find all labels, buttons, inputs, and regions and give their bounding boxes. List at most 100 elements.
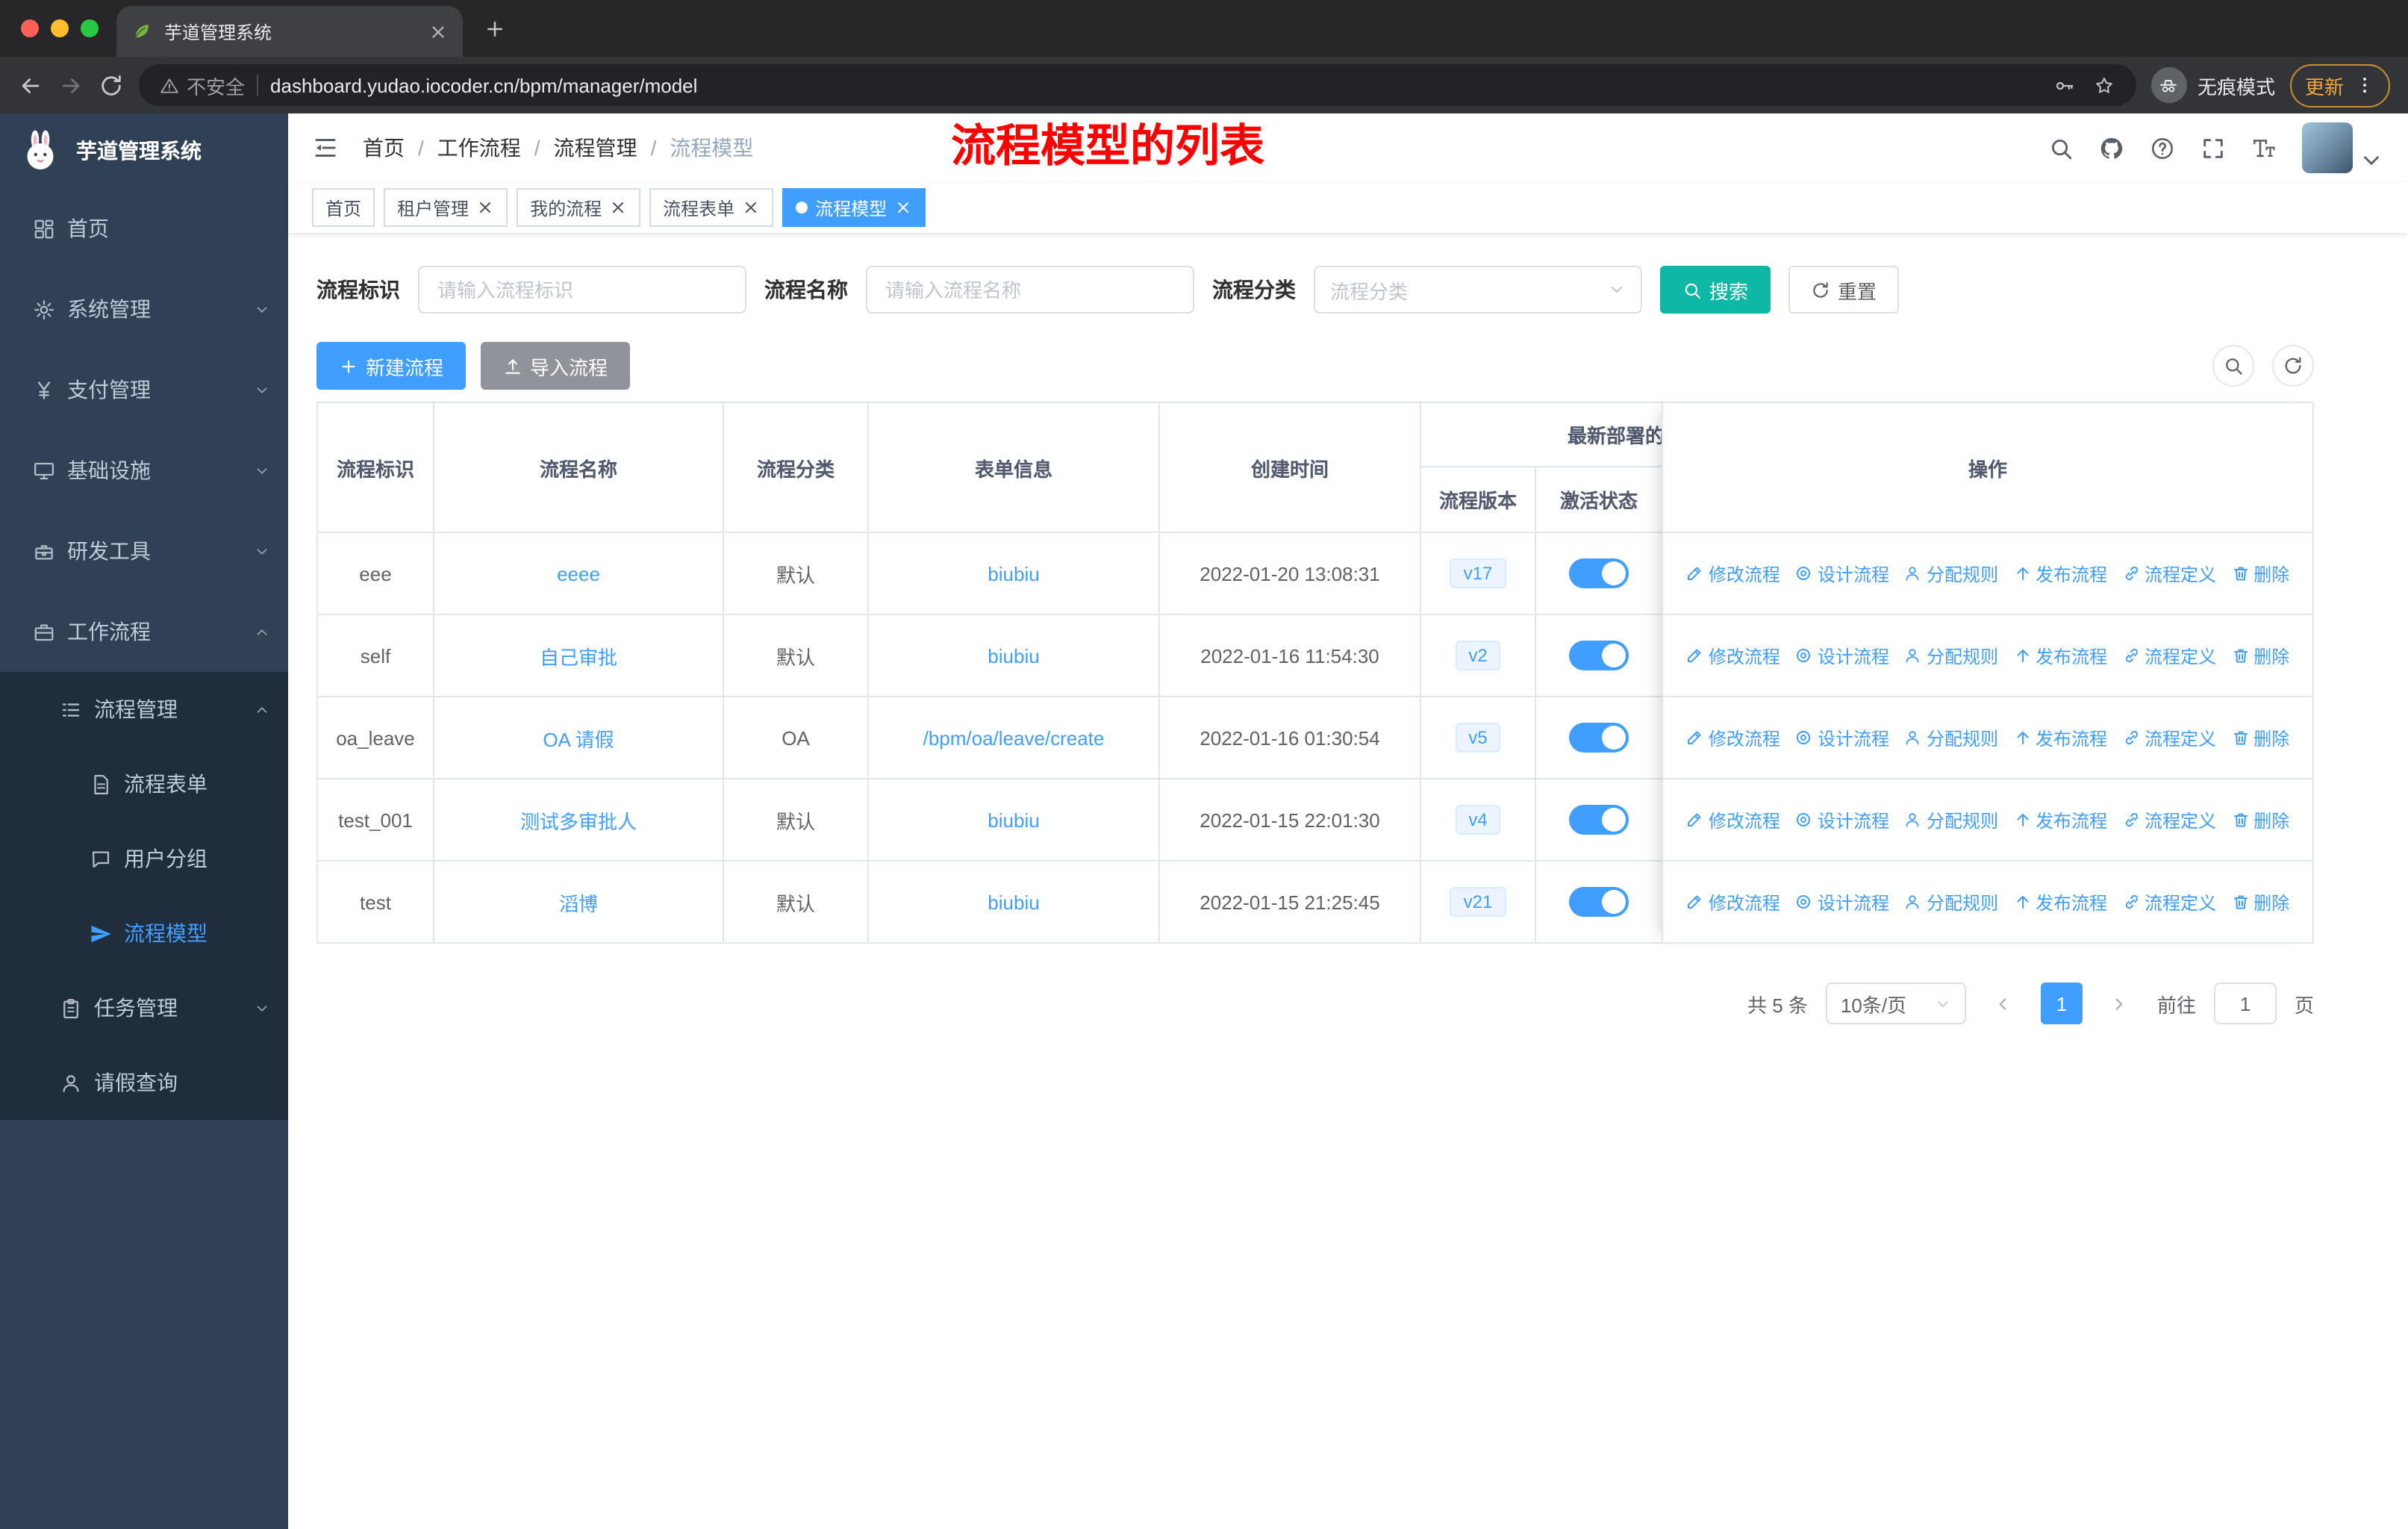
import-process-button[interactable]: 导入流程 [481,342,631,390]
reset-button[interactable]: 重置 [1788,266,1900,314]
bookmark-star-icon[interactable] [2093,74,2115,96]
sidebar-item-workflow[interactable]: 工作流程 [0,591,288,672]
tag-流程表单[interactable]: 流程表单 [649,188,774,227]
process-name-link[interactable]: 自己审批 [540,641,617,670]
prev-page-button[interactable] [1984,984,2023,1023]
tag-close-icon[interactable] [476,199,494,217]
action-assign-rule[interactable]: 分配规则 [1904,561,1998,586]
breadcrumb-item[interactable]: 工作流程 [437,133,521,163]
help-icon[interactable] [2150,135,2175,161]
tag-close-icon[interactable] [894,199,912,217]
action-design[interactable]: 设计流程 [1795,643,1889,668]
security-status[interactable]: 不安全 [160,71,245,99]
action-definition[interactable]: 流程定义 [2122,807,2216,832]
process-name-link[interactable]: 滔博 [559,888,598,916]
sidebar-item-home[interactable]: 首页 [0,188,288,269]
action-publish[interactable]: 发布流程 [2013,643,2107,668]
process-key-input[interactable] [418,266,746,314]
sidebar-item-process-management[interactable]: 流程管理 [0,672,288,747]
toggle-search-button[interactable] [2212,345,2254,387]
process-name-link[interactable]: eeee [557,562,600,585]
action-assign-rule[interactable]: 分配规则 [1904,889,1998,915]
refresh-table-button[interactable] [2272,345,2314,387]
sidebar-item-system-management[interactable]: 系统管理 [0,269,288,349]
category-select[interactable]: 流程分类 [1314,266,1642,314]
sidebar-item-task-management[interactable]: 任务管理 [0,971,288,1045]
action-modify[interactable]: 修改流程 [1686,561,1780,586]
browser-menu-dots-icon[interactable] [2354,75,2375,96]
action-design[interactable]: 设计流程 [1795,889,1889,915]
collapse-sidebar-icon[interactable] [312,134,339,161]
sidebar-item-dev-tools[interactable]: 研发工具 [0,511,288,591]
action-publish[interactable]: 发布流程 [2013,561,2107,586]
action-delete[interactable]: 删除 [2231,643,2289,668]
active-toggle[interactable] [1569,558,1629,588]
sidebar-item-process-model[interactable]: 流程模型 [0,896,288,971]
reload-icon[interactable] [99,72,124,98]
active-toggle[interactable] [1569,887,1629,917]
search-button[interactable]: 搜索 [1660,266,1771,314]
action-definition[interactable]: 流程定义 [2122,889,2216,915]
action-delete[interactable]: 删除 [2231,889,2289,915]
sidebar-item-payment-management[interactable]: 支付管理 [0,349,288,430]
process-name-input[interactable] [866,266,1194,314]
form-info-link[interactable]: /bpm/oa/leave/create [923,726,1105,749]
action-assign-rule[interactable]: 分配规则 [1904,643,1998,668]
user-menu[interactable] [2302,122,2384,173]
github-icon[interactable] [2099,135,2124,161]
action-design[interactable]: 设计流程 [1795,807,1889,832]
action-modify[interactable]: 修改流程 [1686,889,1780,915]
version-badge[interactable]: v17 [1450,558,1506,589]
process-name-link[interactable]: OA 请假 [543,723,614,752]
new-tab-button[interactable] [484,17,506,40]
form-info-link[interactable]: biubiu [988,644,1039,667]
current-page-button[interactable]: 1 [2040,983,2083,1024]
action-definition[interactable]: 流程定义 [2122,561,2216,586]
next-page-button[interactable] [2100,984,2139,1023]
minimize-window-button[interactable] [51,19,69,37]
sidebar-item-process-form[interactable]: 流程表单 [0,747,288,821]
form-info-link[interactable]: biubiu [988,809,1039,831]
search-icon[interactable] [2048,135,2074,161]
action-publish[interactable]: 发布流程 [2013,889,2107,915]
forward-icon[interactable] [58,72,84,98]
page-size-select[interactable]: 10条/页 [1825,983,1966,1024]
back-icon[interactable] [18,72,43,98]
action-publish[interactable]: 发布流程 [2013,807,2107,832]
action-design[interactable]: 设计流程 [1795,725,1889,750]
breadcrumb-item[interactable]: 流程管理 [554,133,637,163]
version-badge[interactable]: v4 [1455,804,1501,835]
version-badge[interactable]: v2 [1455,640,1501,671]
fullscreen-icon[interactable] [2200,135,2226,161]
action-delete[interactable]: 删除 [2231,725,2289,750]
tab-close-icon[interactable] [428,22,448,41]
browser-update-button[interactable]: 更新 [2289,63,2390,107]
action-modify[interactable]: 修改流程 [1686,807,1780,832]
sidebar-item-leave-query[interactable]: 请假查询 [0,1045,288,1120]
goto-page-input[interactable] [2213,983,2277,1024]
sidebar-item-infrastructure[interactable]: 基础设施 [0,430,288,511]
breadcrumb-item[interactable]: 首页 [363,133,405,163]
form-info-link[interactable]: biubiu [988,891,1039,913]
version-badge[interactable]: v21 [1450,886,1506,918]
tag-首页[interactable]: 首页 [312,188,375,227]
process-name-link[interactable]: 测试多审批人 [520,806,637,834]
active-toggle[interactable] [1569,641,1629,670]
maximize-window-button[interactable] [81,19,99,37]
font-size-icon[interactable] [2251,135,2277,161]
form-info-link[interactable]: biubiu [988,562,1039,585]
tag-close-icon[interactable] [742,199,760,217]
action-modify[interactable]: 修改流程 [1686,725,1780,750]
close-window-button[interactable] [21,19,39,37]
app-logo[interactable]: 芋道管理系统 [0,113,288,188]
tag-我的流程[interactable]: 我的流程 [517,188,641,227]
browser-tab[interactable]: 芋道管理系统 [116,6,463,57]
tag-流程模型[interactable]: 流程模型 [782,188,926,227]
password-key-icon[interactable] [2053,74,2075,96]
address-bar[interactable]: 不安全 dashboard.yudao.iocoder.cn/bpm/manag… [139,64,2136,106]
active-toggle[interactable] [1569,805,1629,835]
tag-close-icon[interactable] [609,199,627,217]
action-design[interactable]: 设计流程 [1795,561,1889,586]
action-modify[interactable]: 修改流程 [1686,643,1780,668]
action-definition[interactable]: 流程定义 [2122,643,2216,668]
